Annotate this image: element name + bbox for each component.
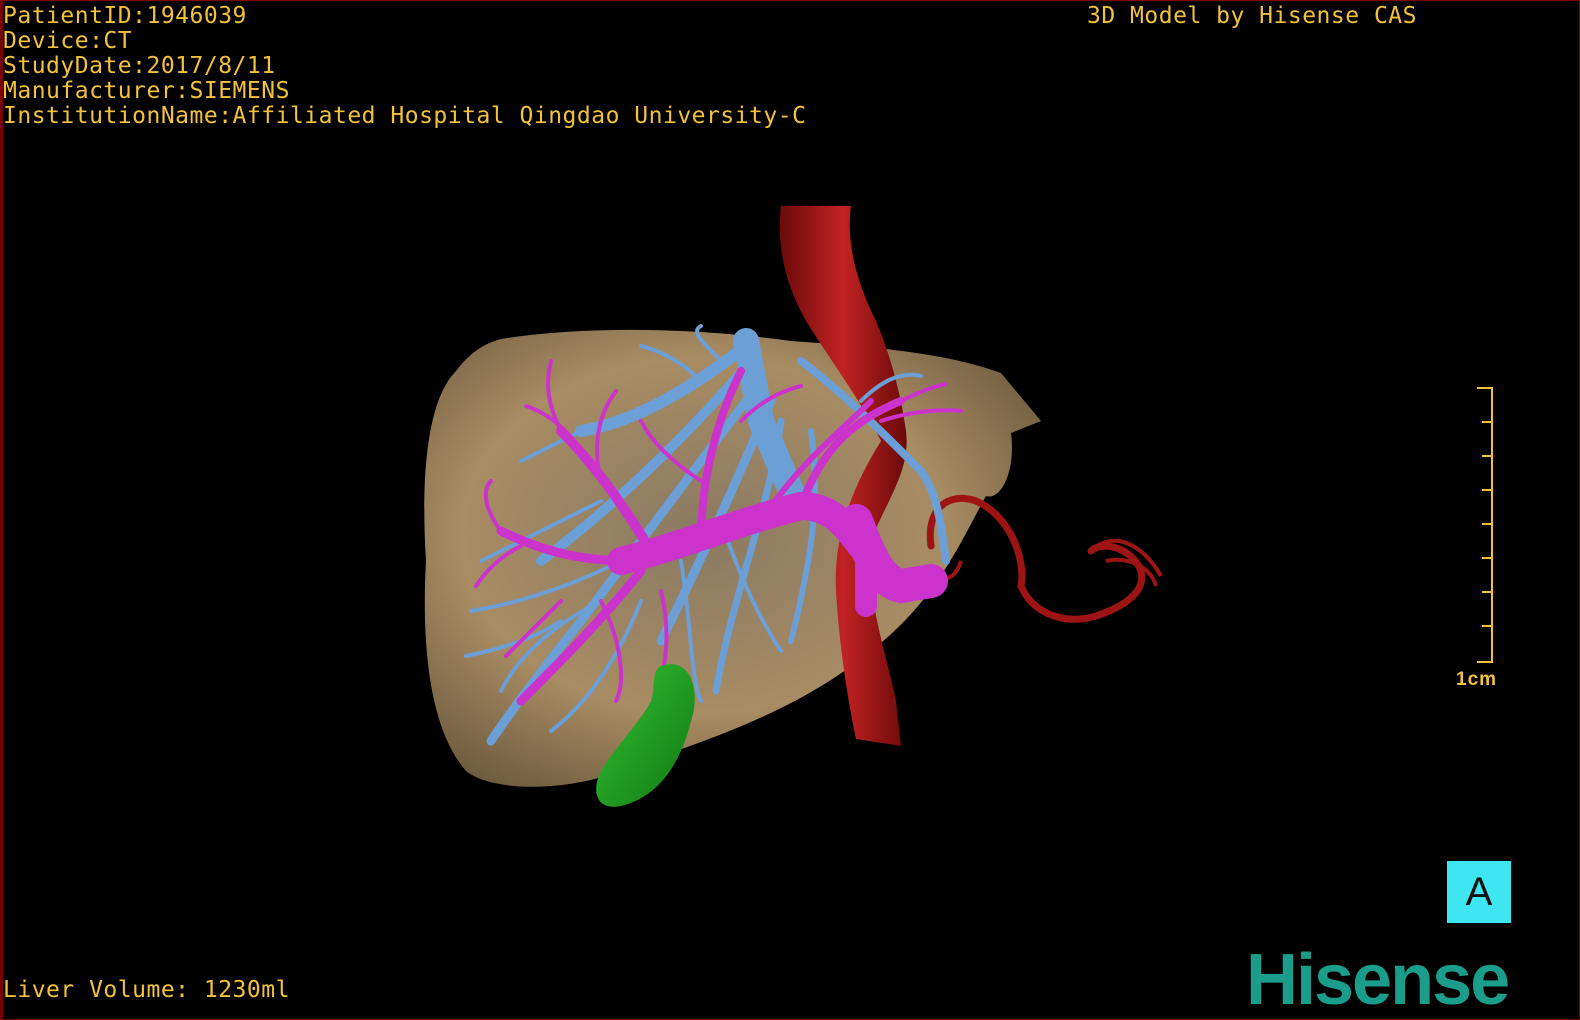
scale-label: 1cm	[1456, 669, 1498, 690]
3d-model-scene[interactable]	[1, 1, 1579, 1019]
hepatic-artery-branch	[929, 538, 1163, 587]
dicom-metadata: PatientID:1946039 Device:CT StudyDate:20…	[3, 4, 806, 129]
manufacturer: Manufacturer:SIEMENS	[3, 78, 290, 104]
hisense-logo-text: Hisense	[1246, 946, 1508, 1016]
orientation-marker-button[interactable]: A	[1447, 861, 1511, 923]
3d-viewport[interactable]: PatientID:1946039 Device:CT StudyDate:20…	[0, 0, 1580, 1020]
hisense-logo: Hisense	[1246, 946, 1510, 1016]
model-credit: 3D Model by Hisense CAS	[1087, 3, 1417, 29]
device: Device:CT	[3, 28, 133, 54]
patient-id: PatientID:1946039	[3, 3, 247, 29]
liver-volume: Liver Volume: 1230ml	[3, 977, 290, 1003]
institution-name: InstitutionName:Affiliated Hospital Qing…	[3, 103, 807, 129]
study-date: StudyDate:2017/8/11	[3, 53, 276, 79]
scale-bar	[1477, 387, 1493, 663]
